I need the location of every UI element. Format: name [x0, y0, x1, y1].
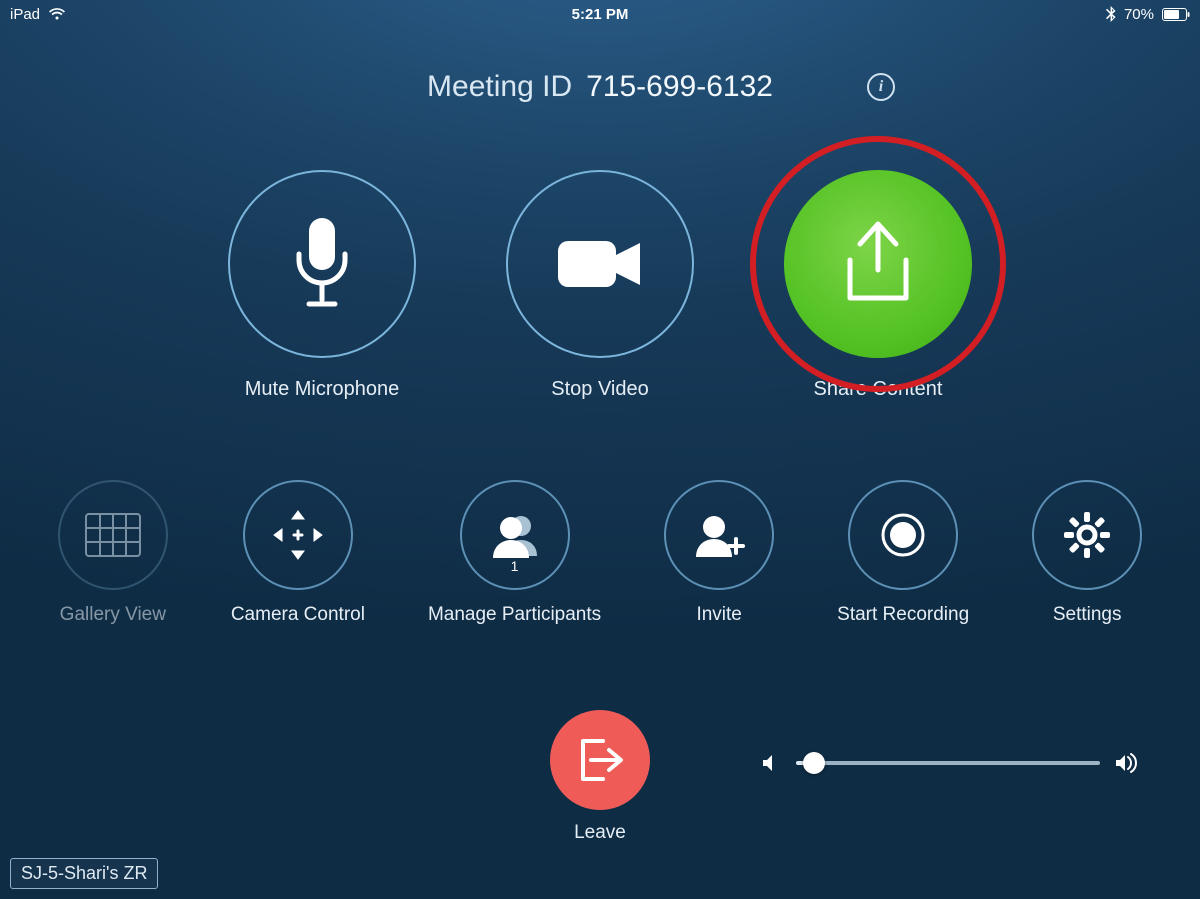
exit-icon [573, 735, 627, 785]
volume-slider[interactable] [796, 761, 1100, 765]
wifi-icon [48, 7, 66, 21]
battery-percent: 70% [1124, 6, 1154, 23]
gallery-view-button [58, 480, 168, 590]
room-name-badge: SJ-5-Shari's ZR [10, 858, 158, 889]
volume-high-icon [1114, 752, 1140, 774]
meeting-info-button[interactable]: i [867, 73, 895, 101]
mute-microphone-control: Mute Microphone [228, 170, 416, 401]
participants-icon [485, 510, 545, 560]
invite-button[interactable] [664, 480, 774, 590]
leave-button[interactable] [550, 710, 650, 810]
stop-video-label: Stop Video [551, 378, 649, 401]
camera-control-button[interactable] [243, 480, 353, 590]
camera-control-control: Camera Control [231, 480, 365, 626]
ios-status-bar: iPad 5:21 PM 70% [0, 0, 1200, 28]
volume-control [760, 752, 1140, 774]
share-content-label: Share Content [814, 378, 943, 401]
mute-microphone-button[interactable] [228, 170, 416, 358]
battery-icon [1162, 8, 1190, 21]
start-recording-button[interactable] [848, 480, 958, 590]
invite-label: Invite [696, 604, 741, 626]
share-content-control: Share Content [784, 170, 972, 401]
grid-icon [85, 513, 141, 557]
participant-count: 1 [511, 558, 519, 574]
microphone-icon [287, 214, 357, 314]
settings-button[interactable] [1032, 480, 1142, 590]
leave-control: Leave [0, 710, 1200, 844]
settings-control: Settings [1032, 480, 1142, 626]
meeting-id-label: Meeting ID [427, 70, 572, 104]
manage-participants-button[interactable]: 1 [460, 480, 570, 590]
gallery-view-label: Gallery View [60, 604, 166, 626]
share-icon [828, 216, 928, 312]
manage-participants-label: Manage Participants [428, 604, 601, 626]
stop-video-control: Stop Video [506, 170, 694, 401]
leave-label: Leave [574, 822, 626, 844]
device-name: iPad [10, 6, 40, 23]
secondary-controls-row: Gallery View Camera Control [0, 480, 1200, 626]
gallery-view-control: Gallery View [58, 480, 168, 626]
volume-low-icon [760, 752, 782, 774]
mute-microphone-label: Mute Microphone [245, 378, 400, 401]
meeting-header: Meeting ID 715-699-6132 [0, 70, 1200, 104]
start-recording-control: Start Recording [837, 480, 969, 626]
share-content-button[interactable] [784, 170, 972, 358]
record-icon [879, 511, 927, 559]
gear-icon [1062, 510, 1112, 560]
bluetooth-icon [1106, 6, 1116, 22]
camera-icon [550, 229, 650, 299]
camera-control-label: Camera Control [231, 604, 365, 626]
status-time: 5:21 PM [572, 6, 629, 23]
volume-thumb[interactable] [803, 752, 825, 774]
invite-icon [690, 511, 748, 559]
directional-pad-icon [266, 503, 330, 567]
primary-controls-row: Mute Microphone Stop Video Share Content [0, 170, 1200, 401]
invite-control: Invite [664, 480, 774, 626]
meeting-id-value: 715-699-6132 [586, 70, 773, 104]
settings-label: Settings [1053, 604, 1122, 626]
stop-video-button[interactable] [506, 170, 694, 358]
start-recording-label: Start Recording [837, 604, 969, 626]
manage-participants-control: 1 Manage Participants [428, 480, 601, 626]
